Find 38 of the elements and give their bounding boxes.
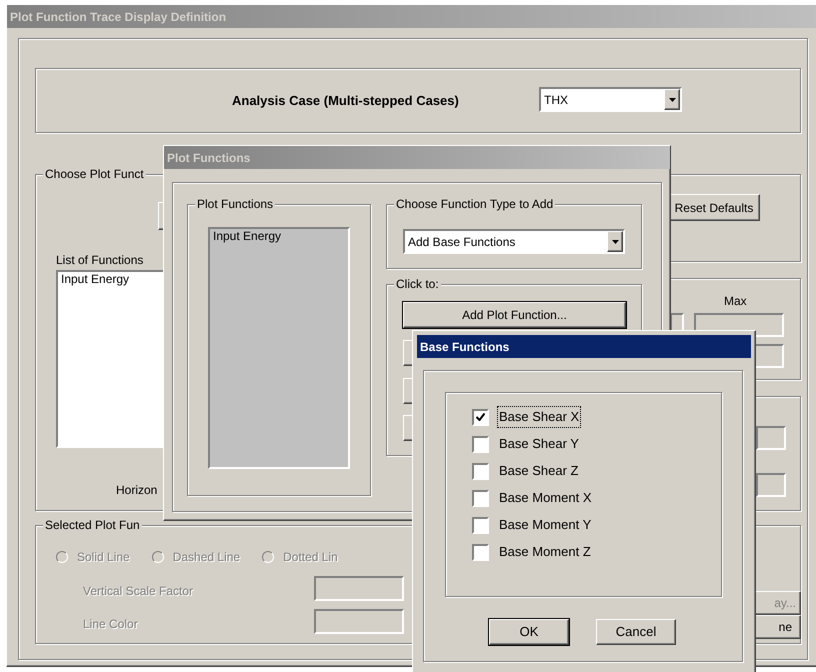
text-field[interactable] bbox=[314, 576, 404, 601]
plot-function-list[interactable]: Input Energy bbox=[208, 227, 350, 469]
group-label: Choose Function Type to Add bbox=[394, 196, 556, 212]
line-color-label: Line Color bbox=[83, 616, 138, 633]
radio-label: Dotted Lin bbox=[283, 549, 338, 566]
checkbox-label: Base Moment X bbox=[498, 489, 592, 508]
dialog-button[interactable]: OK bbox=[489, 619, 569, 645]
checkbox-label: Base Shear X bbox=[497, 406, 582, 428]
checkbox[interactable] bbox=[472, 544, 489, 560]
text-field[interactable] bbox=[756, 426, 786, 450]
list-item[interactable]: Input Energy bbox=[210, 229, 348, 244]
checkbox[interactable] bbox=[472, 490, 489, 506]
checkbox-label: Base Shear Z bbox=[498, 462, 580, 480]
checkbox[interactable] bbox=[472, 516, 489, 534]
analysis-case-label: Analysis Case (Multi-stepped Cases) bbox=[232, 92, 459, 110]
checkbox-label: Base Moment Z bbox=[498, 543, 592, 562]
window-title: Base Functions bbox=[420, 338, 510, 356]
checkbox[interactable] bbox=[472, 462, 489, 480]
radio-label: Solid Line bbox=[77, 549, 130, 566]
dialog-button[interactable]: Cancel bbox=[596, 619, 676, 645]
checkbox-label: Base Moment Y bbox=[498, 516, 592, 534]
window-title: Plot Function Trace Display Definition bbox=[10, 8, 226, 26]
checkbox[interactable] bbox=[472, 436, 489, 452]
radio-label: Dashed Line bbox=[172, 549, 240, 566]
check-mark-icon bbox=[476, 413, 485, 421]
checkbox[interactable] bbox=[472, 408, 489, 426]
checkbox-label: Base Shear Y bbox=[498, 435, 580, 454]
button[interactable]: Reset Defaults bbox=[668, 194, 760, 221]
button[interactable]: Add Plot Function... bbox=[403, 302, 626, 328]
text-field[interactable] bbox=[314, 609, 404, 634]
text-field[interactable] bbox=[756, 473, 786, 497]
window-title: Plot Functions bbox=[167, 150, 250, 166]
list-label: List of Functions bbox=[56, 252, 144, 269]
scale-factor-label: Vertical Scale Factor bbox=[83, 583, 194, 600]
dropdown[interactable]: THX bbox=[539, 87, 682, 112]
dropdown[interactable]: Add Base Functions bbox=[403, 229, 625, 254]
horizontal-label: Horizon bbox=[116, 482, 158, 499]
max-label: Max bbox=[724, 293, 747, 310]
